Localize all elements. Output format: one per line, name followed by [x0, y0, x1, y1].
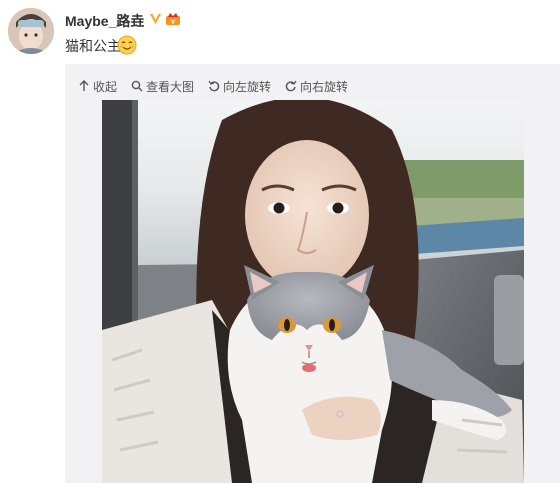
view-large-label: 查看大图: [146, 79, 195, 94]
rotate-right-label: 向右旋转: [300, 79, 349, 94]
username-link[interactable]: Maybe_路垚: [65, 11, 144, 31]
collapse-button[interactable]: 收起: [78, 78, 117, 95]
rotate-left-label: 向左旋转: [223, 79, 272, 94]
post-photo[interactable]: [102, 100, 524, 483]
avatar[interactable]: [8, 8, 54, 54]
collapse-label: 收起: [93, 79, 118, 94]
rotate-left-icon: [208, 80, 220, 92]
smile-face-icon: [117, 35, 137, 55]
view-large-button[interactable]: 查看大图: [131, 78, 194, 95]
media-toolbar: 收起 查看大图 向左旋转 向右旋转: [78, 77, 362, 95]
rotate-left-button[interactable]: 向左旋转: [208, 78, 271, 95]
avatar-image: [8, 8, 54, 54]
search-icon: [131, 80, 143, 92]
vip-crown-icon[interactable]: v: [165, 11, 181, 26]
verified-v-icon: [150, 14, 161, 24]
svg-text:v: v: [171, 18, 176, 26]
girl-with-cat-photo: [102, 100, 524, 483]
arrow-up-icon: [79, 80, 89, 91]
post-text: 猫和公主: [65, 38, 121, 54]
rotate-right-button[interactable]: 向右旋转: [285, 78, 348, 95]
rotate-right-icon: [285, 80, 297, 92]
